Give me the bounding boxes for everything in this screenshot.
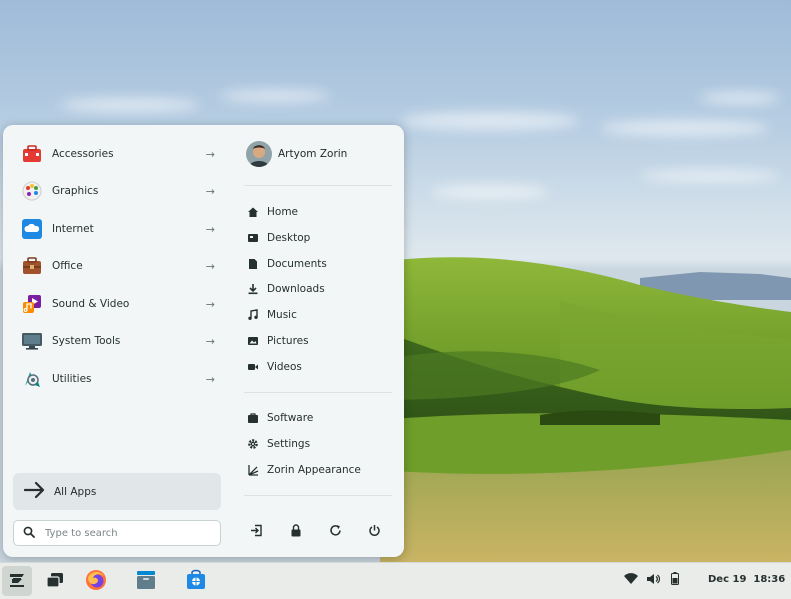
- toolbox-icon: [21, 143, 43, 165]
- avatar: [246, 141, 272, 167]
- place-label: Documents: [267, 258, 327, 270]
- zorin-menu-button[interactable]: [2, 566, 32, 596]
- arrow-right-icon: →: [205, 222, 215, 236]
- system-label: Software: [267, 412, 314, 424]
- category-utilities[interactable]: Utilities →: [17, 364, 221, 394]
- logout-icon: [250, 524, 263, 540]
- workspaces-button[interactable]: [40, 566, 70, 596]
- palette-icon: [21, 180, 43, 202]
- divider: [244, 495, 392, 496]
- software-store-button[interactable]: [181, 566, 211, 596]
- system-label: Settings: [267, 438, 311, 450]
- search-icon: [23, 526, 37, 541]
- system-software[interactable]: Software: [247, 409, 313, 427]
- divider: [244, 185, 392, 186]
- logout-button[interactable]: [245, 521, 267, 543]
- arrow-right-icon: →: [205, 184, 215, 198]
- workspaces-icon: [46, 572, 64, 591]
- cloud-icon: [21, 218, 43, 240]
- utilities-icon: [21, 368, 43, 390]
- arrow-right-icon: [23, 481, 48, 502]
- arrow-right-icon: →: [205, 334, 215, 348]
- place-label: Music: [267, 309, 297, 321]
- picture-icon: [247, 335, 259, 347]
- lock-icon: [290, 524, 302, 540]
- wifi-icon: [624, 572, 638, 588]
- place-label: Pictures: [267, 335, 309, 347]
- user-name: Artyom Zorin: [278, 148, 348, 160]
- category-label: Sound & Video: [52, 298, 130, 310]
- volume-button[interactable]: [646, 573, 661, 588]
- divider: [244, 392, 392, 393]
- clock-time: 18:36: [753, 574, 786, 585]
- place-music[interactable]: Music: [247, 306, 297, 324]
- place-label: Desktop: [267, 232, 311, 244]
- place-label: Videos: [267, 361, 302, 373]
- place-downloads[interactable]: Downloads: [247, 280, 325, 298]
- category-office[interactable]: Office →: [17, 251, 221, 281]
- appearance-icon: [247, 464, 259, 476]
- music-icon: [247, 309, 259, 321]
- category-accessories[interactable]: Accessories →: [17, 139, 221, 169]
- arrow-right-icon: →: [205, 147, 215, 161]
- search-input[interactable]: [45, 527, 205, 539]
- power-button[interactable]: [363, 521, 385, 543]
- gear-icon: [247, 438, 259, 450]
- category-internet[interactable]: Internet →: [17, 214, 221, 244]
- category-system-tools[interactable]: System Tools →: [17, 326, 221, 356]
- place-documents[interactable]: Documents: [247, 255, 327, 273]
- clock-date: Dec 19: [708, 574, 747, 585]
- category-label: Office: [52, 260, 83, 272]
- category-graphics[interactable]: Graphics →: [17, 176, 221, 206]
- battery-icon: [671, 572, 679, 588]
- category-label: Graphics: [52, 185, 99, 197]
- software-icon: [247, 412, 259, 424]
- category-label: Accessories: [52, 148, 114, 160]
- zorin-menu-icon: [7, 570, 27, 593]
- system-zorin-appearance[interactable]: Zorin Appearance: [247, 461, 361, 479]
- briefcase-icon: [21, 255, 43, 277]
- files-button[interactable]: [131, 566, 161, 596]
- restart-icon: [329, 524, 342, 540]
- place-home[interactable]: Home: [247, 203, 298, 221]
- arrow-right-icon: →: [205, 259, 215, 273]
- taskbar: Dec 19 18:36: [0, 562, 791, 599]
- user-account[interactable]: Artyom Zorin: [246, 141, 347, 167]
- category-label: Internet: [52, 223, 94, 235]
- clock[interactable]: Dec 19 18:36: [708, 574, 785, 585]
- video-icon: [247, 361, 259, 373]
- place-label: Home: [267, 206, 299, 218]
- firefox-icon: [85, 569, 107, 594]
- desktop-icon: [247, 232, 259, 244]
- arrow-right-icon: →: [205, 297, 215, 311]
- system-settings[interactable]: Settings: [247, 435, 310, 453]
- media-icon: [21, 293, 43, 315]
- volume-icon: [646, 573, 661, 588]
- place-pictures[interactable]: Pictures: [247, 332, 309, 350]
- all-apps-label: All Apps: [54, 485, 97, 498]
- arrow-right-icon: →: [205, 372, 215, 386]
- place-desktop[interactable]: Desktop: [247, 229, 310, 247]
- battery-button[interactable]: [668, 572, 682, 588]
- start-menu: Accessories → Graphics → Internet → Offi…: [3, 125, 404, 557]
- category-label: System Tools: [52, 335, 121, 347]
- category-sound-video[interactable]: Sound & Video →: [17, 289, 221, 319]
- category-label: Utilities: [52, 373, 92, 385]
- place-videos[interactable]: Videos: [247, 358, 302, 376]
- software-store-icon: [185, 569, 207, 594]
- firefox-button[interactable]: [81, 566, 111, 596]
- system-label: Zorin Appearance: [267, 464, 361, 476]
- all-apps-button[interactable]: All Apps: [13, 473, 221, 510]
- home-icon: [247, 206, 259, 218]
- download-icon: [247, 283, 259, 295]
- files-icon: [135, 569, 157, 594]
- document-icon: [247, 258, 259, 270]
- monitor-icon: [21, 330, 43, 352]
- place-label: Downloads: [267, 283, 325, 295]
- search-box[interactable]: [13, 520, 221, 546]
- power-icon: [368, 524, 381, 540]
- wifi-button[interactable]: [624, 572, 638, 588]
- restart-button[interactable]: [324, 521, 346, 543]
- lock-button[interactable]: [285, 521, 307, 543]
